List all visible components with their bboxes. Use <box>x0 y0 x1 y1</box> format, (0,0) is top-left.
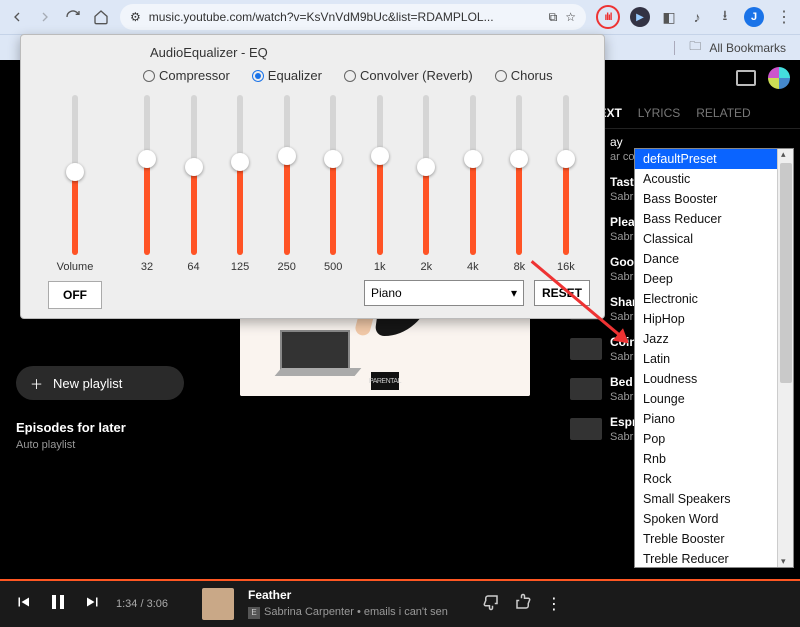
prev-track-icon[interactable] <box>14 593 32 616</box>
band-label: 125 <box>231 261 249 273</box>
preset-option[interactable]: Lounge <box>635 389 777 409</box>
preset-option[interactable]: Loudness <box>635 369 777 389</box>
url-text: music.youtube.com/watch?v=KsVnVdM9bUc&li… <box>149 10 494 24</box>
pause-icon[interactable] <box>46 590 70 619</box>
browser-toolbar: ⚙ music.youtube.com/watch?v=KsVnVdM9bUc&… <box>0 0 800 34</box>
mode-equalizer[interactable]: Equalizer <box>252 68 322 83</box>
now-playing-meta[interactable]: Feather ESabrina Carpenter • emails i ca… <box>248 588 448 620</box>
profile-avatar[interactable]: J <box>744 7 764 27</box>
band-label: 1k <box>374 261 386 273</box>
reload-icon[interactable] <box>64 8 82 26</box>
new-playlist-button[interactable]: ＋ New playlist <box>16 366 184 400</box>
playback-time: 1:34 / 3:06 <box>116 598 168 610</box>
band-label: 250 <box>277 261 295 273</box>
yt-avatar[interactable] <box>768 67 790 89</box>
band-label: 64 <box>187 261 199 273</box>
band-slider-500[interactable] <box>330 95 336 255</box>
equalizer-popup: AudioEqualizer - EQ Compressor Equalizer C… <box>20 34 605 319</box>
preset-option[interactable]: Pop <box>635 429 777 449</box>
band-slider-1k[interactable] <box>377 95 383 255</box>
band-label: 8k <box>514 261 526 273</box>
band-label: 500 <box>324 261 342 273</box>
mode-convolver-reverb-[interactable]: Convolver (Reverb) <box>344 68 473 83</box>
extensions-puzzle-icon[interactable]: ◧ <box>660 8 678 26</box>
preset-option[interactable]: Spoken Word <box>635 509 777 529</box>
media-control-icon[interactable]: ♪ <box>688 8 706 26</box>
band-slider-16k[interactable] <box>563 95 569 255</box>
band-slider-125[interactable] <box>237 95 243 255</box>
preset-option[interactable]: Rock <box>635 469 777 489</box>
cast-icon[interactable] <box>736 70 756 86</box>
preset-option[interactable]: Treble Reducer <box>635 549 777 567</box>
preset-option[interactable]: Deep <box>635 269 777 289</box>
preset-option[interactable]: Jazz <box>635 329 777 349</box>
player-bar: 1:34 / 3:06 Feather ESabrina Carpenter •… <box>0 579 800 627</box>
preset-option[interactable]: Bass Reducer <box>635 209 777 229</box>
band-label: 16k <box>557 261 575 273</box>
band-slider-32[interactable] <box>144 95 150 255</box>
preset-option[interactable]: Classical <box>635 229 777 249</box>
reset-button[interactable]: RESET <box>534 280 590 306</box>
tab-related[interactable]: RELATED <box>696 106 750 120</box>
band-slider-64[interactable] <box>191 95 197 255</box>
site-settings-icon[interactable]: ⚙ <box>130 10 141 24</box>
band-slider-250[interactable] <box>284 95 290 255</box>
kebab-menu-icon[interactable]: ⋮ <box>774 8 792 26</box>
preset-option[interactable]: Small Speakers <box>635 489 777 509</box>
preset-option[interactable]: defaultPreset <box>635 149 777 169</box>
queue-thumbnail <box>570 338 602 360</box>
dropdown-scrollbar[interactable] <box>777 149 793 567</box>
radio-icon <box>252 70 264 82</box>
install-app-icon[interactable]: ⧉ <box>549 10 558 25</box>
volume-label: Volume <box>57 261 94 273</box>
mode-chorus[interactable]: Chorus <box>495 68 553 83</box>
preset-option[interactable]: Latin <box>635 349 777 369</box>
preset-option[interactable]: Electronic <box>635 289 777 309</box>
omnibox[interactable]: ⚙ music.youtube.com/watch?v=KsVnVdM9bUc&… <box>120 4 586 30</box>
home-icon[interactable] <box>92 8 110 26</box>
forward-icon[interactable] <box>36 8 54 26</box>
preset-option[interactable]: Rnb <box>635 449 777 469</box>
preset-option[interactable]: Piano <box>635 409 777 429</box>
download-icon[interactable]: ⭳ <box>716 8 734 26</box>
thumbs-down-icon[interactable] <box>482 593 500 616</box>
preset-option[interactable]: Treble Booster <box>635 529 777 549</box>
audio-equalizer-extension-icon[interactable]: ılıl <box>596 5 620 29</box>
more-actions-icon[interactable]: ⋮ <box>546 594 560 614</box>
chevron-down-icon: ▾ <box>511 286 517 300</box>
band-slider-8k[interactable] <box>516 95 522 255</box>
eq-title: AudioEqualizer - EQ <box>150 45 268 60</box>
preset-dropdown: defaultPresetAcousticBass BoosterBass Re… <box>634 148 794 568</box>
plus-icon: ＋ <box>30 374 43 393</box>
band-label: 2k <box>420 261 432 273</box>
preset-option[interactable]: Bass Booster <box>635 189 777 209</box>
mode-compressor[interactable]: Compressor <box>143 68 230 83</box>
volume-slider[interactable] <box>72 95 78 255</box>
folder-icon: 🗀 <box>689 37 701 58</box>
back-icon[interactable] <box>8 8 26 26</box>
all-bookmarks-link[interactable]: All Bookmarks <box>709 41 786 55</box>
radio-icon <box>344 70 356 82</box>
star-icon[interactable]: ☆ <box>565 10 576 24</box>
extension-icon[interactable]: ▶ <box>630 7 650 27</box>
now-playing-thumbnail[interactable] <box>202 588 234 620</box>
preset-option[interactable]: Acoustic <box>635 169 777 189</box>
parental-advisory-badge: PARENTAL <box>371 372 399 390</box>
band-label: 4k <box>467 261 479 273</box>
queue-thumbnail <box>570 378 602 400</box>
explicit-badge: E <box>248 607 260 619</box>
thumbs-up-icon[interactable] <box>514 593 532 616</box>
tab-lyrics[interactable]: LYRICS <box>638 106 680 120</box>
preset-option[interactable]: HipHop <box>635 309 777 329</box>
next-track-icon[interactable] <box>84 593 102 616</box>
band-slider-2k[interactable] <box>423 95 429 255</box>
band-slider-4k[interactable] <box>470 95 476 255</box>
preset-option[interactable]: Dance <box>635 249 777 269</box>
radio-icon <box>143 70 155 82</box>
band-label: 32 <box>141 261 153 273</box>
queue-thumbnail <box>570 418 602 440</box>
sidebar-item-episodes[interactable]: Episodes for later Auto playlist <box>16 420 184 453</box>
preset-select[interactable]: Piano ▾ <box>364 280 524 306</box>
radio-icon <box>495 70 507 82</box>
